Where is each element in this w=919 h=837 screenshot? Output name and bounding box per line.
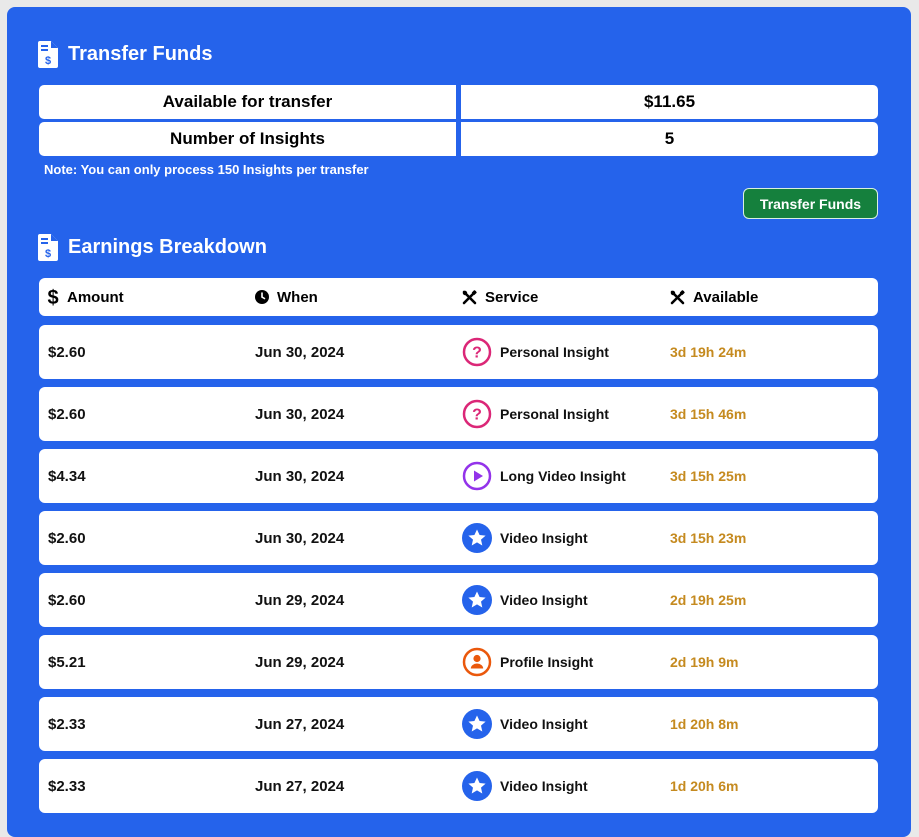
row-amount: $2.33 — [48, 715, 86, 733]
row-available: 3d 19h 24m — [670, 344, 747, 360]
tools-icon — [462, 289, 477, 304]
row-date: Jun 30, 2024 — [255, 405, 345, 423]
svg-text:$: $ — [45, 248, 51, 260]
row-amount: $5.21 — [48, 653, 86, 671]
earnings-row: $2.60 Jun 30, 2024 Video Insight 3d 15h … — [39, 511, 878, 565]
row-date: Jun 30, 2024 — [255, 529, 345, 547]
earnings-breakdown-title-text: Earnings Breakdown — [68, 235, 267, 258]
row-available: 3d 15h 46m — [670, 406, 747, 422]
user-icon — [462, 647, 492, 677]
star-icon — [462, 585, 492, 615]
star-icon — [462, 709, 492, 739]
row-available: 3d 15h 25m — [670, 468, 747, 484]
row-date: Jun 30, 2024 — [255, 343, 345, 361]
row-service-label: Long Video Insight — [500, 468, 626, 484]
row-service: Video Insight — [462, 573, 588, 627]
star-icon — [462, 523, 492, 553]
row-service: Video Insight — [462, 759, 588, 813]
svg-text:$: $ — [45, 55, 51, 67]
available-row: Available for transfer $11.65 — [39, 85, 878, 119]
when-header-label: When — [277, 288, 318, 306]
tools-icon — [670, 289, 685, 304]
row-service: Video Insight — [462, 511, 588, 565]
row-service-label: Video Insight — [500, 778, 588, 794]
row-amount: $2.60 — [48, 405, 86, 423]
row-available: 2d 19h 9m — [670, 654, 739, 670]
row-service-label: Profile Insight — [500, 654, 594, 670]
row-amount: $2.60 — [48, 529, 86, 547]
row-date: Jun 30, 2024 — [255, 467, 345, 485]
earnings-row: $5.21 Jun 29, 2024 Profile Insight 2d 19… — [39, 635, 878, 689]
svg-text:?: ? — [472, 345, 482, 362]
row-service: ? Personal Insight — [462, 387, 609, 441]
row-service-label: Personal Insight — [500, 344, 609, 360]
play-icon — [462, 461, 492, 491]
dollar-icon: $ — [47, 287, 58, 307]
row-service-label: Video Insight — [500, 592, 588, 608]
earnings-row: $2.60 Jun 30, 2024 ? Personal Insight 3d… — [39, 387, 878, 441]
row-available: 2d 19h 25m — [670, 592, 747, 608]
row-available: 3d 15h 23m — [670, 530, 747, 546]
row-date: Jun 27, 2024 — [255, 715, 345, 733]
transfer-funds-title: $ Transfer Funds — [38, 39, 212, 69]
when-column-header: When — [255, 278, 318, 316]
amount-header-label: Amount — [67, 288, 124, 306]
invoice-dollar-icon: $ — [38, 233, 58, 261]
available-label: Available for transfer — [39, 85, 456, 119]
earnings-table-header: $ Amount When Service Available — [39, 278, 878, 316]
service-column-header: Service — [462, 278, 538, 316]
earnings-row: $2.60 Jun 29, 2024 Video Insight 2d 19h … — [39, 573, 878, 627]
clock-icon — [255, 290, 269, 304]
row-date: Jun 29, 2024 — [255, 653, 345, 671]
insights-count-row: Number of Insights 5 — [39, 122, 878, 156]
row-amount: $2.33 — [48, 777, 86, 795]
row-date: Jun 29, 2024 — [255, 591, 345, 609]
row-service: Long Video Insight — [462, 449, 626, 503]
available-header-label: Available — [693, 288, 759, 306]
row-service: Profile Insight — [462, 635, 593, 689]
earnings-row: $2.33 Jun 27, 2024 Video Insight 1d 20h … — [39, 759, 878, 813]
earnings-row: $2.33 Jun 27, 2024 Video Insight 1d 20h … — [39, 697, 878, 751]
row-amount: $2.60 — [48, 343, 86, 361]
earnings-breakdown-title: $ Earnings Breakdown — [38, 232, 267, 262]
row-service-label: Video Insight — [500, 530, 588, 546]
transfer-note: Note: You can only process 150 Insights … — [44, 162, 369, 177]
insights-count-label: Number of Insights — [39, 122, 456, 156]
earnings-row: $4.34 Jun 30, 2024 Long Video Insight 3d… — [39, 449, 878, 503]
svg-text:?: ? — [472, 407, 482, 424]
row-service: ? Personal Insight — [462, 325, 609, 379]
service-header-label: Service — [485, 288, 539, 306]
transfer-funds-button[interactable]: Transfer Funds — [743, 188, 878, 219]
row-service: Video Insight — [462, 697, 588, 751]
row-date: Jun 27, 2024 — [255, 777, 345, 795]
row-amount: $4.34 — [48, 467, 86, 485]
svg-text:$: $ — [47, 287, 58, 307]
row-service-label: Personal Insight — [500, 406, 609, 422]
row-available: 1d 20h 6m — [670, 778, 739, 794]
row-amount: $2.60 — [48, 591, 86, 609]
available-value: $11.65 — [461, 85, 878, 119]
question-icon: ? — [462, 337, 492, 367]
row-service-label: Video Insight — [500, 716, 588, 732]
earnings-row: $2.60 Jun 30, 2024 ? Personal Insight 3d… — [39, 325, 878, 379]
transfer-funds-title-text: Transfer Funds — [68, 42, 213, 65]
insights-count-value: 5 — [461, 122, 878, 156]
available-column-header: Available — [670, 278, 758, 316]
star-icon — [462, 771, 492, 801]
invoice-dollar-icon: $ — [38, 40, 58, 68]
question-icon: ? — [462, 399, 492, 429]
amount-column-header: $ Amount — [47, 278, 124, 316]
row-available: 1d 20h 8m — [670, 716, 739, 732]
